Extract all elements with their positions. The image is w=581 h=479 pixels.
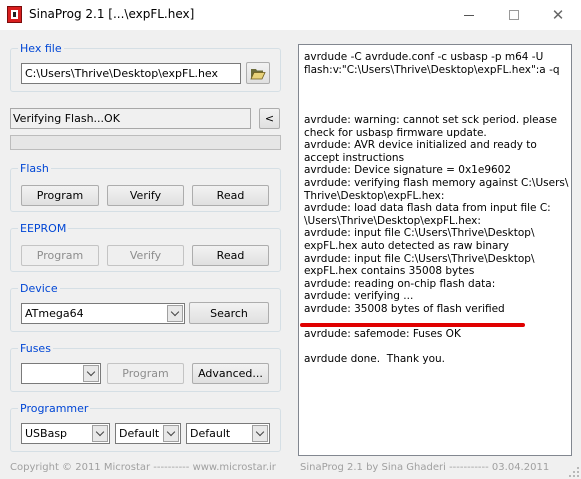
log-line: avrdude: warning: cannot set sck period.… <box>304 113 557 126</box>
log-line: avrdude: input file C:\Users\Thrive\Desk… <box>304 252 535 265</box>
programmer-select[interactable]: USBasp <box>21 423 110 444</box>
log-line: avrdude: safemode: Fuses OK <box>304 328 461 341</box>
eeprom-program-button[interactable]: Program <box>21 245 99 266</box>
highlight-underline <box>300 323 525 327</box>
toggle-log-button[interactable]: < <box>259 108 280 129</box>
hex-file-path-input[interactable]: C:\Users\Thrive\Desktop\expFL.hex <box>21 63 241 84</box>
port-select[interactable]: Default <box>115 423 181 444</box>
eeprom-verify-button[interactable]: Verify <box>107 245 184 266</box>
maximize-icon <box>509 10 519 20</box>
minimize-icon <box>464 14 474 16</box>
log-line: avrdude: verifying ... <box>304 290 414 303</box>
chevron-down-icon <box>83 365 99 382</box>
log-line: accept instructions <box>304 151 405 164</box>
log-line: avrdude done. Thank you. <box>304 353 445 366</box>
log-line: avrdude: Device signature = 0x1e9602 <box>304 164 512 177</box>
device-search-button[interactable]: Search <box>189 302 269 324</box>
log-line: avrdude: 35008 bytes of flash verified <box>304 302 505 315</box>
log-line: avrdude: verifying flash memory against … <box>304 176 569 189</box>
title-bar[interactable]: SinaProg 2.1 [...\expFL.hex] ✕ <box>0 0 581 30</box>
window-title: SinaProg 2.1 [...\expFL.hex] <box>29 7 195 21</box>
eeprom-legend: EEPROM <box>20 222 67 235</box>
close-button[interactable]: ✕ <box>535 0 581 30</box>
log-line: flash:v:"C:\Users\Thrive\Desktop\expFL.h… <box>304 63 560 76</box>
log-line: avrdude: AVR device initialized and read… <box>304 139 537 152</box>
progress-bar <box>10 135 281 150</box>
fuses-advanced-button[interactable]: Advanced... <box>192 363 269 384</box>
flash-program-button[interactable]: Program <box>21 185 99 206</box>
chevron-down-icon <box>92 425 108 442</box>
log-line: avrdude: reading on-chip flash data: <box>304 277 496 290</box>
log-output[interactable]: avrdude -C avrdude.conf -c usbasp -p m64… <box>298 44 572 456</box>
chevron-down-icon <box>252 425 268 442</box>
device-select[interactable]: ATmega64 <box>21 303 185 324</box>
fuses-program-button[interactable]: Program <box>107 363 184 384</box>
hex-file-legend: Hex file <box>20 42 62 55</box>
fuses-select[interactable] <box>21 363 101 384</box>
device-legend: Device <box>20 282 58 295</box>
footer-copyright: Copyright © 2011 Microstar ---------- ww… <box>10 462 276 473</box>
device-select-value: ATmega64 <box>25 307 84 320</box>
log-line: avrdude: load data flash data from input… <box>304 202 551 215</box>
folder-open-icon <box>250 68 266 79</box>
log-line: expFL.hex contains 35008 bytes <box>304 265 475 278</box>
chevron-down-icon <box>163 425 179 442</box>
flash-verify-button[interactable]: Verify <box>107 185 184 206</box>
log-line: avrdude: input file C:\Users\Thrive\Desk… <box>304 227 535 240</box>
chevron-down-icon <box>167 305 183 322</box>
fuses-legend: Fuses <box>20 342 51 355</box>
resize-grip-icon[interactable] <box>569 467 579 477</box>
open-hex-file-button[interactable] <box>246 62 270 84</box>
log-line: avrdude -C avrdude.conf -c usbasp -p m64… <box>304 51 544 63</box>
flash-read-button[interactable]: Read <box>192 185 269 206</box>
speed-select[interactable]: Default <box>186 423 270 444</box>
log-line: expFL.hex auto detected as raw binary <box>304 239 510 252</box>
close-icon: ✕ <box>551 6 565 24</box>
maximize-button[interactable] <box>491 0 537 30</box>
programmer-legend: Programmer <box>20 402 89 415</box>
programmer-select-value: USBasp <box>25 427 68 440</box>
log-line: check for usbasp firmware update. <box>304 126 487 139</box>
port-select-value: Default <box>119 427 160 440</box>
app-chip-icon <box>7 6 22 23</box>
eeprom-read-button[interactable]: Read <box>192 245 269 266</box>
log-line: Thrive\Desktop\expFL.hex: <box>304 189 445 202</box>
status-text: Verifying Flash...OK <box>10 108 251 129</box>
log-line: \Users\Thrive\Desktop\expFL.hex: <box>304 214 481 227</box>
speed-select-value: Default <box>190 427 231 440</box>
minimize-button[interactable] <box>446 0 492 30</box>
flash-legend: Flash <box>20 162 49 175</box>
footer-credits: SinaProg 2.1 by Sina Ghaderi -----------… <box>300 462 550 473</box>
